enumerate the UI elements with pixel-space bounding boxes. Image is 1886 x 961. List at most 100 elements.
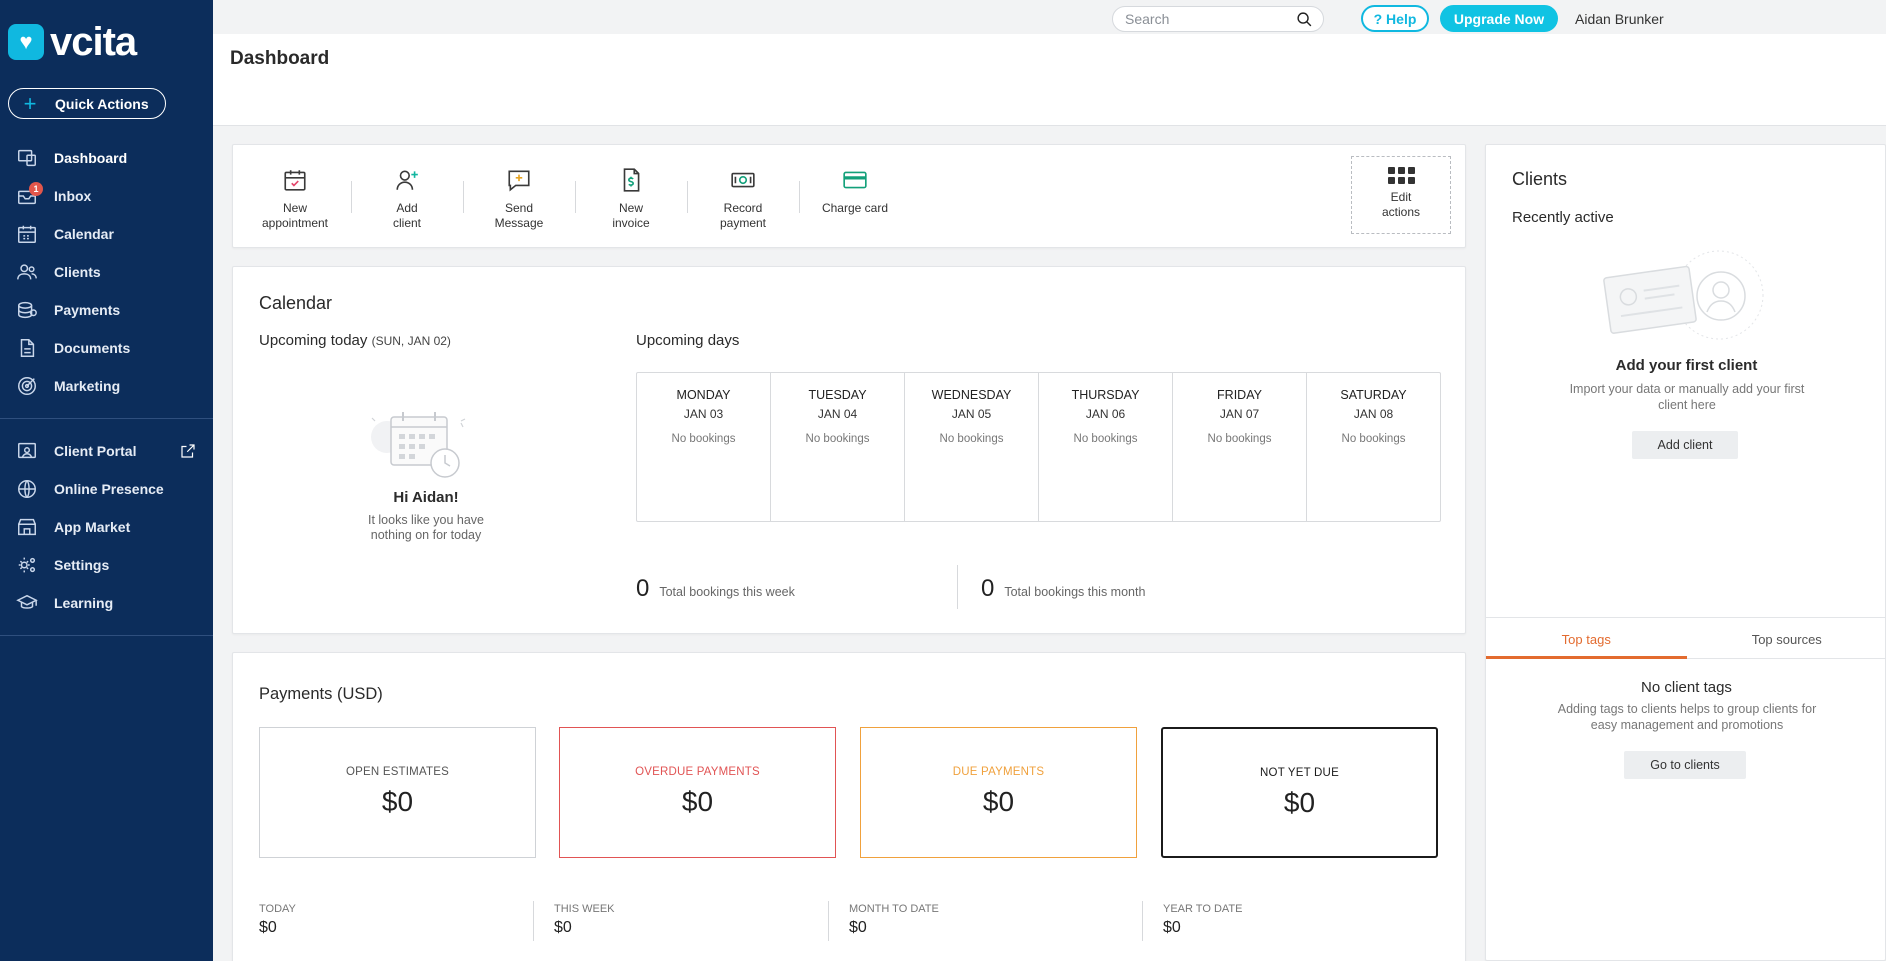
payments-currency: (USD) [336, 685, 383, 703]
send-message-button[interactable]: Send Message [463, 165, 575, 231]
sidebar-item-marketing[interactable]: Marketing [0, 367, 213, 405]
period-separator [828, 901, 829, 941]
tab-top-tags[interactable]: Top tags [1486, 618, 1687, 659]
payments-title: Payments (USD) [259, 685, 383, 704]
sidebar-item-online-presence[interactable]: Online Presence [0, 470, 213, 508]
empty-calendar-illustration [371, 412, 466, 478]
day-date: JAN 07 [1219, 407, 1260, 421]
period-value: $0 [259, 919, 277, 936]
upgrade-now-button[interactable]: Upgrade Now [1440, 5, 1558, 32]
day-column[interactable]: FRIDAY JAN 07 No bookings [1173, 373, 1307, 521]
user-menu[interactable]: Aidan Brunker [1575, 11, 1664, 27]
edit-actions-button[interactable]: Edit actions [1351, 156, 1451, 234]
open-estimates-box[interactable]: OPEN ESTIMATES $0 [259, 727, 536, 858]
action-label: Send [504, 201, 534, 215]
new-appointment-button[interactable]: New appointment [239, 165, 351, 231]
sidebar-item-label: Clients [54, 264, 101, 280]
payment-box-label: OPEN ESTIMATES [346, 766, 449, 778]
tab-top-sources[interactable]: Top sources [1687, 618, 1886, 658]
day-date: JAN 08 [1353, 407, 1394, 421]
day-column[interactable]: TUESDAY JAN 04 No bookings [771, 373, 905, 521]
go-to-clients-button[interactable]: Go to clients [1624, 751, 1746, 779]
help-button[interactable]: ? Help [1361, 5, 1429, 32]
day-name: FRIDAY [1217, 388, 1262, 402]
sidebar-item-label: Settings [54, 557, 110, 573]
sidebar-item-label: Calendar [54, 226, 114, 242]
edit-actions-label: Edit [1390, 190, 1412, 204]
upcoming-days-heading: Upcoming days [636, 332, 740, 349]
day-name: SATURDAY [1340, 388, 1407, 402]
sidebar-item-app-market[interactable]: App Market [0, 508, 213, 546]
sidebar-item-dashboard[interactable]: Dashboard [0, 139, 213, 177]
graduation-cap-icon [14, 592, 40, 614]
sidebar-item-documents[interactable]: Documents [0, 329, 213, 367]
sidebar-item-payments[interactable]: Payments [0, 291, 213, 329]
recently-active-heading: Recently active [1512, 209, 1614, 226]
payment-box-value: $0 [381, 786, 414, 817]
payment-box-label: OVERDUE PAYMENTS [635, 766, 760, 778]
search-box[interactable] [1112, 6, 1324, 32]
sidebar-item-label: Client Portal [54, 443, 137, 459]
payments-title-label: Payments [259, 685, 333, 703]
charge-card-button[interactable]: Charge card [799, 165, 911, 216]
no-client-tags-heading: No client tags [1641, 679, 1732, 696]
upcoming-today-label: Upcoming today [259, 332, 368, 349]
action-label: client [392, 216, 421, 230]
day-column[interactable]: THURSDAY JAN 06 No bookings [1039, 373, 1173, 521]
overdue-payments-box[interactable]: OVERDUE PAYMENTS $0 [559, 727, 836, 858]
client-portal-icon [14, 440, 40, 462]
period-label: TODAY [259, 903, 296, 915]
upcoming-today-heading: Upcoming today (SUN, JAN 02) [259, 332, 451, 349]
period-separator [1142, 901, 1143, 941]
add-user-icon [351, 165, 463, 195]
external-link-icon[interactable] [179, 442, 197, 460]
period-value: $0 [554, 919, 572, 936]
sidebar-item-label: Marketing [54, 378, 121, 394]
sidebar-divider [0, 418, 213, 419]
quick-actions-button[interactable]: + Quick Actions [8, 88, 166, 119]
sidebar-item-inbox[interactable]: 1 Inbox [0, 177, 213, 215]
calendar-icon [14, 223, 40, 245]
day-name: TUESDAY [808, 388, 867, 402]
add-client-button-secondary[interactable]: Add client [1632, 431, 1738, 459]
record-payment-button[interactable]: Record payment [687, 165, 799, 231]
due-payments-box[interactable]: DUE PAYMENTS $0 [860, 727, 1137, 858]
sidebar-item-learning[interactable]: Learning [0, 584, 213, 622]
sidebar-item-label: Online Presence [54, 481, 164, 497]
sidebar-item-calendar[interactable]: Calendar [0, 215, 213, 253]
dashboard-icon [14, 147, 40, 169]
action-label: Add [396, 201, 418, 215]
day-column[interactable]: MONDAY JAN 03 No bookings [637, 373, 771, 521]
upcoming-days-grid: MONDAY JAN 03 No bookings TUESDAY JAN 04 No … [636, 372, 1441, 522]
period-month-to-date: MONTH TO DATE $0 [849, 903, 939, 937]
payments-card: Payments (USD) OPEN ESTIMATES $0 OVERDUE… [232, 652, 1466, 961]
new-invoice-button[interactable]: New invoice [575, 165, 687, 231]
payment-box-value: $0 [1283, 787, 1316, 818]
search-input[interactable] [1125, 11, 1285, 27]
action-label: invoice [612, 216, 650, 230]
period-year-to-date: YEAR TO DATE $0 [1163, 903, 1242, 937]
clients-title: Clients [1512, 169, 1568, 189]
day-status: No bookings [1207, 433, 1272, 445]
today-date: (SUN, JAN 02) [371, 334, 451, 348]
payment-box-value: $0 [982, 786, 1015, 817]
sidebar-item-clients[interactable]: Clients [0, 253, 213, 291]
marketing-icon [14, 375, 40, 397]
day-column[interactable]: SATURDAY JAN 08 No bookings [1307, 373, 1440, 521]
period-value: $0 [1163, 919, 1181, 936]
add-client-button[interactable]: Add client [351, 165, 463, 231]
payment-box-label: DUE PAYMENTS [952, 766, 1045, 778]
sidebar-item-settings[interactable]: Settings [0, 546, 213, 584]
clients-icon [14, 261, 40, 283]
not-yet-due-box[interactable]: NOT YET DUE $0 [1161, 727, 1438, 858]
day-column[interactable]: WEDNESDAY JAN 05 No bookings [905, 373, 1039, 521]
week-total: 0 Total bookings this week [636, 575, 795, 603]
action-label: New [618, 201, 643, 215]
period-value: $0 [849, 919, 867, 936]
vcita-logo[interactable]: ♥ vcita [8, 22, 137, 62]
clients-card: Clients Recently active Add your first c… [1485, 144, 1886, 961]
period-label: THIS WEEK [554, 903, 615, 915]
sidebar-item-client-portal[interactable]: Client Portal [0, 432, 213, 470]
search-icon[interactable] [1296, 11, 1313, 28]
sidebar-divider [0, 635, 213, 636]
